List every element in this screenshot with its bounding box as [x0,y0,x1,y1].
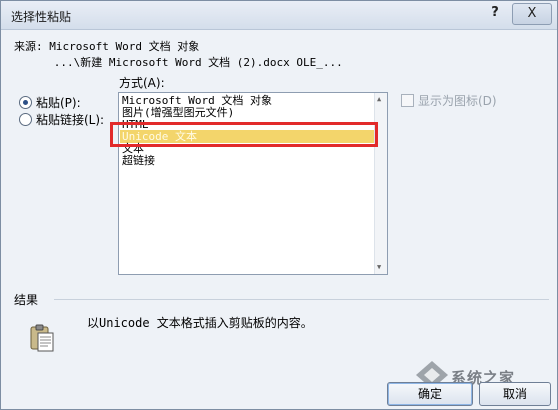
cancel-button[interactable]: 取消 [479,382,551,406]
annotation-highlight-box [110,122,378,147]
format-listbox[interactable]: Microsoft Word 文档 对象 图片(增强型图元文件) HTML Un… [118,92,388,275]
result-group-heading: 结果 [14,293,39,307]
scroll-down-arrow-icon[interactable]: ▼ [377,263,381,271]
format-list-label: 方式(A): [119,76,165,90]
help-button[interactable]: ? [484,3,506,23]
display-as-icon-checkbox [401,94,414,107]
display-as-icon-label: 显示为图标(D) [418,94,497,108]
display-as-icon-option: 显示为图标(D) [401,92,497,109]
paste-link-radio-option[interactable]: 粘贴链接(L): [19,111,104,128]
paste-special-dialog: 选择性粘贴 ? X 来源: Microsoft Word 文档 对象 ...\新… [0,0,558,410]
title-bar: 选择性粘贴 ? X [1,1,557,30]
paste-radio-option[interactable]: 粘贴(P): [19,94,81,111]
paste-radio-label: 粘贴(P): [36,96,81,110]
scroll-up-arrow-icon[interactable]: ▲ [377,95,381,103]
result-description: 以Unicode 文本格式插入剪贴板的内容。 [87,316,313,330]
ok-button[interactable]: 确定 [387,382,473,406]
paste-link-radio-label: 粘贴链接(L): [36,113,105,127]
list-item[interactable]: 超链接 [122,154,155,167]
source-line-2: ...\新建 Microsoft Word 文档 (2).docx OLE_..… [14,56,343,69]
result-divider [54,299,549,300]
paste-link-radio-button[interactable] [19,113,32,126]
close-button[interactable]: X [512,3,552,25]
dialog-title: 选择性粘贴 [11,10,72,24]
paste-radio-button[interactable] [19,96,32,109]
clipboard-icon [30,324,54,352]
listbox-scrollbar[interactable]: ▲ ▼ [374,93,387,274]
source-line-1: 来源: Microsoft Word 文档 对象 [14,40,200,53]
